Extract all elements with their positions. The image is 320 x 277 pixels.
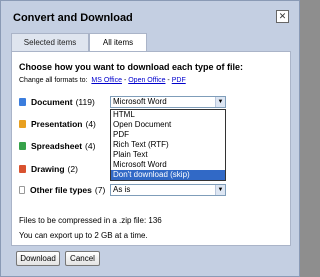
cancel-button[interactable]: Cancel xyxy=(65,251,100,266)
file-type-label: Presentation xyxy=(31,119,83,129)
tab-selected-items[interactable]: Selected items xyxy=(11,33,89,52)
section-heading: Choose how you want to download each typ… xyxy=(19,62,244,72)
change-all-formats: Change all formats to: MS Office - Open … xyxy=(19,77,186,84)
file-type-count: (119) xyxy=(75,97,95,107)
chevron-down-icon[interactable]: ▼ xyxy=(215,185,225,195)
dropdown-option[interactable]: HTML xyxy=(111,110,225,120)
dropdown-option-highlighted[interactable]: Don't download (skip) xyxy=(111,170,225,180)
pdf-link[interactable]: PDF xyxy=(172,77,186,84)
open-office-link[interactable]: Open Office xyxy=(128,77,165,84)
separator: - xyxy=(167,77,170,84)
file-type-count: (2) xyxy=(67,164,78,174)
drawing-icon xyxy=(19,165,26,173)
tab-all-items[interactable]: All items xyxy=(89,33,147,52)
file-type-row-presentation: Presentation (4) xyxy=(19,118,96,130)
select-value: Microsoft Word xyxy=(113,97,167,106)
file-type-row-drawing: Drawing (2) xyxy=(19,163,78,175)
download-button[interactable]: Download xyxy=(16,251,60,266)
change-all-label: Change all formats to: xyxy=(19,77,88,84)
spreadsheet-icon xyxy=(19,142,26,150)
file-type-label: Document xyxy=(31,97,73,107)
dropdown-option[interactable]: Open Document xyxy=(111,120,225,130)
presentation-icon xyxy=(19,120,26,128)
dropdown-option[interactable]: PDF xyxy=(111,130,225,140)
file-type-count: (4) xyxy=(85,119,96,129)
zip-info: Files to be compressed in a .zip file: 1… xyxy=(19,216,162,225)
file-type-count: (7) xyxy=(94,185,106,195)
tab-panel: Choose how you want to download each typ… xyxy=(11,51,291,246)
dropdown-option[interactable]: Rich Text (RTF) xyxy=(111,140,225,150)
chevron-down-icon[interactable]: ▼ xyxy=(215,97,225,107)
file-type-label: Other file types xyxy=(30,185,92,195)
dialog-title: Convert and Download xyxy=(13,12,133,24)
close-icon[interactable]: ✕ xyxy=(276,10,289,23)
format-dropdown-list: HTML Open Document PDF Rich Text (RTF) P… xyxy=(110,109,226,181)
select-value: As is xyxy=(113,185,131,194)
export-limit-info: You can export up to 2 GB at a time. xyxy=(19,231,148,240)
other-format-select[interactable]: As is ▼ xyxy=(110,184,226,196)
convert-download-dialog: Convert and Download ✕ Selected items Al… xyxy=(0,0,300,277)
file-type-row-document: Document (119) xyxy=(19,96,95,108)
dropdown-option[interactable]: Microsoft Word xyxy=(111,160,225,170)
file-type-label: Drawing xyxy=(31,164,65,174)
file-icon xyxy=(19,186,25,194)
separator: - xyxy=(123,77,127,84)
document-icon xyxy=(19,98,26,106)
file-type-row-other: Other file types (7) xyxy=(19,184,105,196)
file-type-label: Spreadsheet xyxy=(31,141,83,151)
ms-office-link[interactable]: MS Office xyxy=(91,77,122,84)
dropdown-option[interactable]: Plain Text xyxy=(111,150,225,160)
file-type-count: (4) xyxy=(85,141,96,151)
file-type-row-spreadsheet: Spreadsheet (4) xyxy=(19,140,95,152)
document-format-select[interactable]: Microsoft Word ▼ xyxy=(110,96,226,108)
